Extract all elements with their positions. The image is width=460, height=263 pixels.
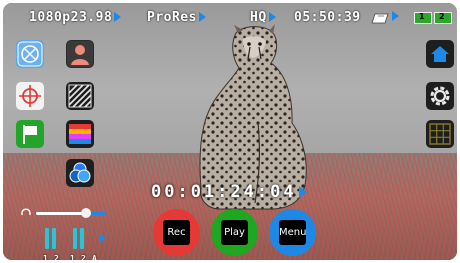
timecode-value: 00:01:24:04 xyxy=(151,182,297,202)
headphone-volume-slider[interactable] xyxy=(36,208,106,218)
menu-button-label: Menu xyxy=(279,220,306,245)
timecode-display[interactable]: 00:01:24:04 xyxy=(151,182,307,202)
headphone-volume-fill xyxy=(36,212,87,215)
format-label: 1080p23.98 xyxy=(29,10,113,25)
flag-button[interactable] xyxy=(16,120,44,148)
crosshair-icon xyxy=(19,85,41,107)
focus-assist-button[interactable] xyxy=(16,40,44,68)
monitor-screen: 1080p23.98 ProRes HQ 05:50:39 1 2 00:01:… xyxy=(3,3,457,260)
settings-icon xyxy=(430,86,450,106)
person-icon xyxy=(67,41,93,67)
home-button[interactable] xyxy=(426,40,454,68)
remaining-time-label: 05:50:39 xyxy=(294,10,361,25)
flag-icon xyxy=(23,125,37,144)
media-drive-icon xyxy=(371,13,389,24)
battery-2: 2 xyxy=(434,12,452,24)
battery-1: 1 xyxy=(414,12,432,24)
chevron-right-icon[interactable] xyxy=(99,233,106,243)
focus-peaking-icon xyxy=(17,41,43,67)
chevron-right-icon xyxy=(198,12,206,22)
home-icon xyxy=(431,46,449,62)
channel-label-2: 2 xyxy=(54,254,59,260)
channel-label-4: 2 xyxy=(81,254,86,260)
headphones-icon xyxy=(21,208,31,215)
false-color-button[interactable] xyxy=(66,120,94,148)
rec-button[interactable]: Rec xyxy=(153,209,200,256)
remaining-time[interactable]: 05:50:39 xyxy=(294,10,361,25)
battery-2-label: 2 xyxy=(439,12,445,21)
play-button-label: Play xyxy=(221,220,248,245)
quality-label: HQ xyxy=(250,10,267,25)
chevron-right-icon xyxy=(114,12,122,22)
grid-button[interactable] xyxy=(426,120,454,148)
face-detect-button[interactable] xyxy=(66,40,94,68)
menu-button[interactable]: Menu xyxy=(269,209,316,256)
format-selector[interactable]: 1080p23.98 xyxy=(29,10,122,25)
chevron-right-icon xyxy=(268,12,276,22)
guides-button[interactable] xyxy=(16,82,44,110)
codec-selector[interactable]: ProRes xyxy=(147,10,206,25)
status-bar: 1080p23.98 ProRes HQ 05:50:39 1 2 xyxy=(3,3,457,30)
color-channels-icon xyxy=(69,162,91,183)
zebra-icon xyxy=(68,84,92,108)
grid-icon xyxy=(429,123,451,145)
channel-label-1: 1 xyxy=(43,254,48,260)
battery-1-label: 1 xyxy=(419,12,425,21)
codec-label: ProRes xyxy=(147,10,197,25)
chevron-right-icon xyxy=(392,11,399,21)
chevron-right-icon xyxy=(298,186,307,198)
zebra-button[interactable] xyxy=(66,82,94,110)
false-color-icon xyxy=(69,124,91,144)
rec-button-label: Rec xyxy=(163,220,190,245)
color-channels-button[interactable] xyxy=(66,159,94,187)
settings-button[interactable] xyxy=(426,82,454,110)
channel-label-3: 1 xyxy=(70,254,75,260)
play-button[interactable]: Play xyxy=(211,209,258,256)
quality-selector[interactable]: HQ xyxy=(250,10,276,25)
channel-label-analog: A xyxy=(92,254,97,260)
